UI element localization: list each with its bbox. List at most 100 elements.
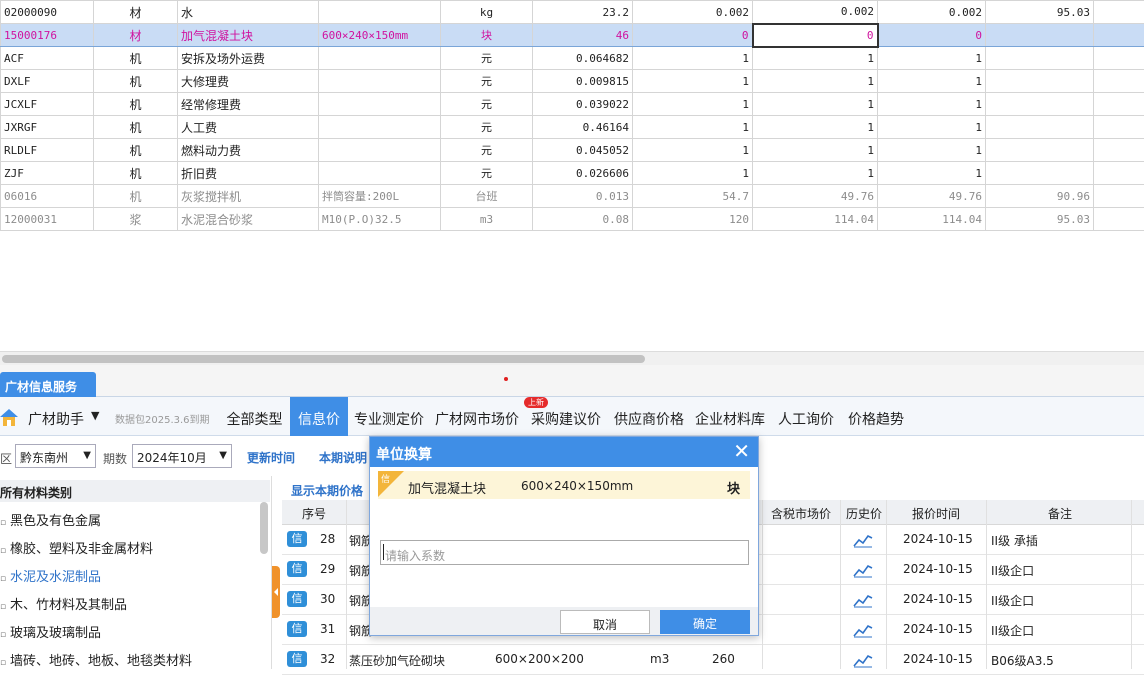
material-cell-p3[interactable]: 1	[878, 116, 986, 139]
material-cell-code[interactable]: DXLF	[1, 70, 94, 93]
material-cell-p1[interactable]: 1	[633, 116, 753, 139]
material-cell-type[interactable]: 机	[94, 139, 178, 162]
material-row[interactable]: JXRGF机人工费元0.46164111	[1, 116, 1144, 139]
material-cell-type[interactable]: 机	[94, 47, 178, 70]
material-cell-qty[interactable]: 0.46164	[533, 116, 633, 139]
material-cell-extra[interactable]	[1094, 1, 1144, 24]
tree-item[interactable]: ▫墙砖、地砖、地板、地毯类材料	[0, 650, 192, 669]
material-cell-p3[interactable]: 1	[878, 70, 986, 93]
trend-chart-icon[interactable]	[853, 532, 873, 548]
material-cell-unit[interactable]: 元	[441, 116, 533, 139]
nav-tab-0[interactable]: 全部类型	[218, 397, 291, 436]
col-quote-time-header[interactable]: 报价时间	[905, 505, 967, 522]
material-row[interactable]: 06016机灰浆搅拌机拌筒容量:200L台班0.01354.749.7649.7…	[1, 185, 1144, 208]
material-cell-p3[interactable]: 1	[878, 47, 986, 70]
material-cell-p1[interactable]: 0.002	[633, 1, 753, 24]
material-cell-qty[interactable]: 0.08	[533, 208, 633, 231]
material-cell-name[interactable]: 大修理费	[178, 70, 319, 93]
material-row[interactable]: 12000031浆水泥混合砂浆M10(P.O)32.5m30.08120114.…	[1, 208, 1144, 231]
period-notes-button[interactable]: 本期说明	[319, 444, 367, 468]
material-cell-p3[interactable]: 114.04	[878, 208, 986, 231]
material-cell-spec[interactable]	[319, 70, 441, 93]
material-cell-p1[interactable]: 1	[633, 47, 753, 70]
material-cell-p4[interactable]: 95.03	[986, 1, 1094, 24]
material-cell-unit[interactable]: 元	[441, 70, 533, 93]
material-cell-p1[interactable]: 1	[633, 139, 753, 162]
material-row[interactable]: JCXLF机经常修理费元0.039022111	[1, 93, 1144, 116]
tree-scrollbar-thumb[interactable]	[260, 502, 268, 554]
material-cell-qty[interactable]: 46	[533, 24, 633, 47]
material-cell-code[interactable]: JXRGF	[1, 116, 94, 139]
material-cell-extra[interactable]	[1094, 70, 1144, 93]
scrollbar-thumb[interactable]	[2, 355, 645, 363]
update-time-button[interactable]: 更新时间	[247, 444, 295, 468]
material-cell-p2[interactable]: 1	[753, 70, 878, 93]
material-cell-unit[interactable]: 元	[441, 162, 533, 185]
material-row[interactable]: ZJF机折旧费元0.026606111	[1, 162, 1144, 185]
material-cell-spec[interactable]	[319, 1, 441, 24]
material-cell-name[interactable]: 灰浆搅拌机	[178, 185, 319, 208]
material-cell-p3[interactable]: 0	[878, 24, 986, 47]
material-cell-p4[interactable]	[986, 70, 1094, 93]
material-row[interactable]: ACF机安拆及场外运费元0.064682111	[1, 47, 1144, 70]
col-seq-header[interactable]: 序号	[300, 505, 328, 522]
collapse-handle[interactable]	[272, 566, 280, 618]
material-cell-p2[interactable]: 1	[753, 139, 878, 162]
nav-tab-5[interactable]: 供应商价格	[609, 397, 689, 436]
material-cell-extra[interactable]	[1094, 47, 1144, 70]
material-row[interactable]: 02000090材水kg23.20.0020.0020.00295.03	[1, 1, 1144, 24]
material-cell-unit[interactable]: 元	[441, 93, 533, 116]
material-row[interactable]: DXLF机大修理费元0.009815111	[1, 70, 1144, 93]
material-cell-extra[interactable]	[1094, 139, 1144, 162]
material-cell-p3[interactable]: 49.76	[878, 185, 986, 208]
material-cell-type[interactable]: 浆	[94, 208, 178, 231]
material-cell-spec[interactable]	[319, 93, 441, 116]
material-row[interactable]: 15000176材加气混凝土块600×240×150mm块46000	[1, 24, 1144, 47]
info-badge[interactable]: 信	[287, 651, 307, 667]
tree-item[interactable]: ▫橡胶、塑料及非金属材料	[0, 538, 153, 557]
material-cell-type[interactable]: 机	[94, 116, 178, 139]
tree-item[interactable]: ▫玻璃及玻璃制品	[0, 622, 101, 641]
info-badge[interactable]: 信	[287, 531, 307, 547]
nav-tab-7[interactable]: 人工询价	[771, 397, 841, 436]
material-cell-p1[interactable]: 1	[633, 93, 753, 116]
material-cell-qty[interactable]: 0.039022	[533, 93, 633, 116]
material-cell-type[interactable]: 机	[94, 162, 178, 185]
info-badge[interactable]: 信	[287, 591, 307, 607]
material-cell-type[interactable]: 机	[94, 185, 178, 208]
material-cell-extra[interactable]	[1094, 93, 1144, 116]
confirm-button[interactable]: 确定	[660, 610, 750, 634]
material-cell-p2[interactable]: 49.76	[753, 185, 878, 208]
material-cell-name[interactable]: 水	[178, 1, 319, 24]
col-history-header[interactable]: 历史价	[845, 505, 883, 522]
material-cell-p1[interactable]: 1	[633, 70, 753, 93]
info-badge[interactable]: 信	[287, 621, 307, 637]
material-cell-p2[interactable]: 0	[753, 24, 878, 47]
material-cell-name[interactable]: 经常修理费	[178, 93, 319, 116]
material-cell-code[interactable]: 12000031	[1, 208, 94, 231]
material-cell-name[interactable]: 折旧费	[178, 162, 319, 185]
material-cell-code[interactable]: 15000176	[1, 24, 94, 47]
material-cell-p1[interactable]: 54.7	[633, 185, 753, 208]
horizontal-scrollbar[interactable]	[0, 351, 1144, 365]
material-cell-code[interactable]: JCXLF	[1, 93, 94, 116]
material-cell-qty[interactable]: 23.2	[533, 1, 633, 24]
material-cell-p4[interactable]	[986, 24, 1094, 47]
nav-tab-6[interactable]: 企业材料库	[689, 397, 771, 436]
material-cell-p3[interactable]: 1	[878, 93, 986, 116]
material-cell-code[interactable]: ACF	[1, 47, 94, 70]
tree-item[interactable]: ▫黑色及有色金属	[0, 510, 101, 529]
close-icon[interactable]: ✕	[733, 441, 750, 461]
material-cell-p1[interactable]: 1	[633, 162, 753, 185]
material-cell-unit[interactable]: m3	[441, 208, 533, 231]
material-cell-qty[interactable]: 0.013	[533, 185, 633, 208]
nav-tab-2[interactable]: 专业测定价	[349, 397, 429, 436]
material-cell-p4[interactable]	[986, 93, 1094, 116]
material-cell-type[interactable]: 机	[94, 93, 178, 116]
nav-tab-3[interactable]: 广材网市场价	[432, 397, 522, 436]
material-cell-p4[interactable]	[986, 47, 1094, 70]
material-cell-extra[interactable]	[1094, 162, 1144, 185]
material-cell-p1[interactable]: 120	[633, 208, 753, 231]
material-cell-qty[interactable]: 0.045052	[533, 139, 633, 162]
material-cell-extra[interactable]	[1094, 116, 1144, 139]
